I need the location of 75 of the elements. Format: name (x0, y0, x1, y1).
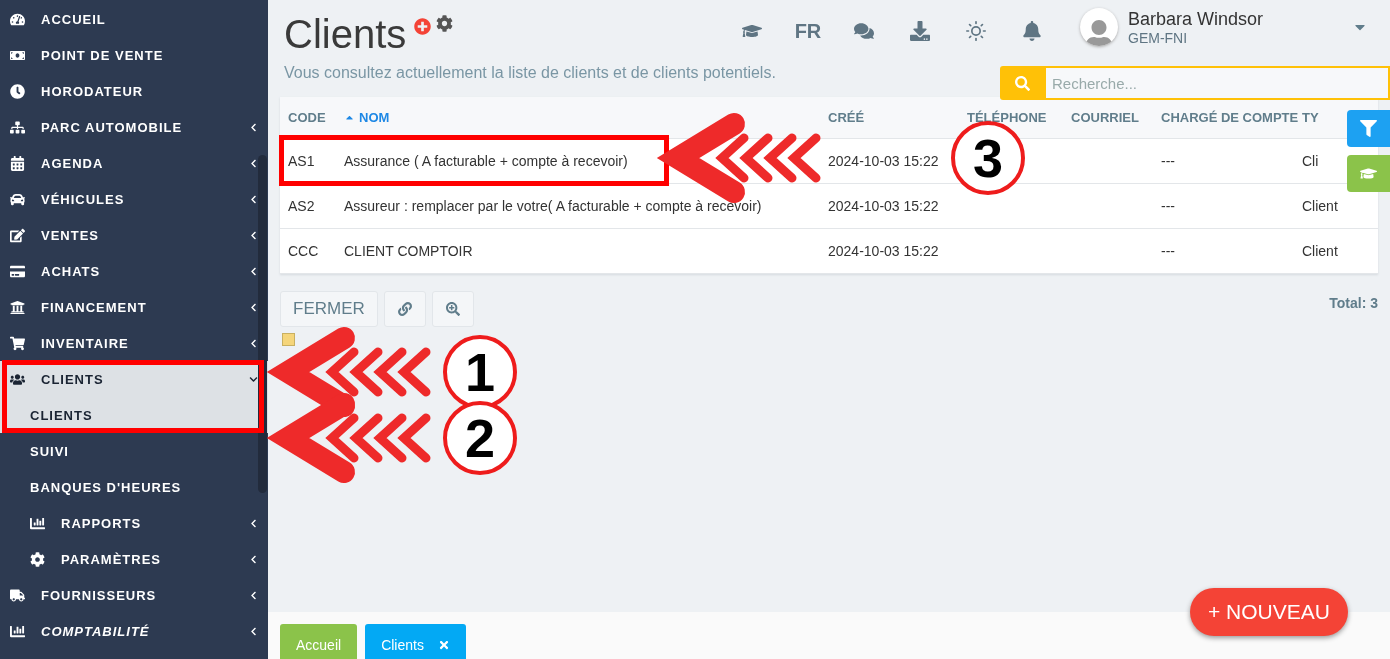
user-organization: GEM-FNI (1128, 29, 1189, 46)
chevron-icon (249, 230, 258, 240)
chevron-icon (249, 158, 258, 168)
table-cell: Assurance ( A facturable + compte à recevoir) (344, 153, 628, 169)
sidebar-item[interactable]: ACHATS (0, 253, 268, 289)
chevron-icon (249, 554, 258, 564)
sidebar-item[interactable]: INVENTAIRE (0, 325, 268, 361)
column-header[interactable]: COURRIEL (1071, 110, 1139, 125)
step-number: 3 (951, 121, 1025, 195)
chevron-icon (249, 590, 258, 600)
user-name: Barbara Windsor (1128, 8, 1265, 30)
chevron-icon (249, 266, 258, 276)
column-header[interactable]: CHARGÉ DE COMPTE (1161, 110, 1299, 125)
table-cell: 2024-10-03 15:22 (828, 198, 939, 214)
column-header[interactable]: CODE (288, 110, 326, 125)
sidebar-item[interactable]: HORODATEUR (0, 73, 268, 109)
total-count: Total: 3 (1329, 295, 1378, 311)
submenu-item[interactable]: SUIVI (0, 433, 268, 469)
sidebar-item[interactable]: VENTES (0, 217, 268, 253)
gear-icon (30, 551, 46, 567)
chevron-icon (249, 374, 258, 384)
avatar[interactable] (1080, 8, 1118, 46)
language-button[interactable]: FR (780, 19, 836, 43)
submenu-item[interactable]: RAPPORTS (0, 505, 268, 541)
sidebar-item[interactable]: POINT DE VENTE (0, 37, 268, 73)
sidebar-item[interactable]: COMPTABILITÉ (0, 613, 268, 649)
submenu-item[interactable]: BANQUES D'HEURES (0, 469, 268, 505)
filter-button[interactable] (1347, 110, 1390, 147)
chevron-icon (249, 626, 258, 636)
scrollbar[interactable] (258, 155, 267, 493)
table-cell: AS2 (288, 198, 315, 214)
table-cell: --- (1161, 153, 1175, 169)
chevron-icon (249, 122, 258, 132)
table-cell: Client (1302, 198, 1338, 214)
table-cell: Cli (1302, 153, 1319, 169)
submenu-item[interactable]: PARAMÈTRES (0, 541, 268, 577)
sidebar-item[interactable]: AGENDA (0, 145, 268, 181)
table-cell: 2024-10-03 15:22 (828, 153, 939, 169)
step-number: 2 (443, 401, 517, 475)
sidebar-item[interactable]: PARC AUTOMOBILE (0, 109, 268, 145)
chevron-icon (249, 194, 258, 204)
settings-icon[interactable] (436, 15, 454, 35)
chevron-icon (249, 302, 258, 312)
search-icon (1014, 75, 1030, 91)
filter-icon (1360, 120, 1377, 137)
table-cell: --- (1161, 243, 1175, 259)
table-cell: 2024-10-03 15:22 (828, 243, 939, 259)
search-field[interactable]: Recherche... (1044, 66, 1390, 100)
table-cell: CCC (288, 243, 319, 259)
table-cell: AS1 (288, 153, 315, 169)
chevron-icon (249, 518, 258, 528)
page-subtitle: Vous consultez actuellement la liste de clients et de clients potentiels. (284, 63, 776, 82)
table-cell: Assureur : remplacer par le votre( A facturable + compte à recevoir) (344, 198, 762, 214)
table-cell: Client (1302, 243, 1338, 259)
tutorial-button[interactable] (1347, 155, 1390, 192)
sidebar-item[interactable]: FINANCEMENT (0, 289, 268, 325)
sidebar-item[interactable]: ACCUEIL (0, 1, 268, 37)
zoom-in-icon (445, 302, 460, 316)
sidebar-item[interactable]: VÉHICULES (0, 181, 268, 217)
sidebar-item[interactable]: FOURNISSEURS (0, 577, 268, 613)
close-icon[interactable] (437, 638, 450, 651)
table-cell: --- (1161, 198, 1175, 214)
bar-chart-icon (30, 515, 46, 531)
page-title: Clients (284, 11, 407, 58)
graduation-cap-icon (1360, 165, 1377, 182)
new-button[interactable]: + NOUVEAU (1190, 588, 1348, 636)
table-cell: CLIENT COMPTOIR (344, 243, 473, 259)
close-button[interactable]: FERMER (280, 291, 378, 327)
link-button[interactable] (383, 291, 426, 327)
zoom-in-button[interactable] (431, 291, 474, 327)
column-header[interactable]: CRÉÉ (828, 110, 865, 125)
column-header[interactable]: TY (1302, 110, 1319, 125)
chevron-icon (249, 338, 258, 348)
link-icon (397, 302, 412, 316)
add-icon[interactable] (414, 18, 432, 35)
